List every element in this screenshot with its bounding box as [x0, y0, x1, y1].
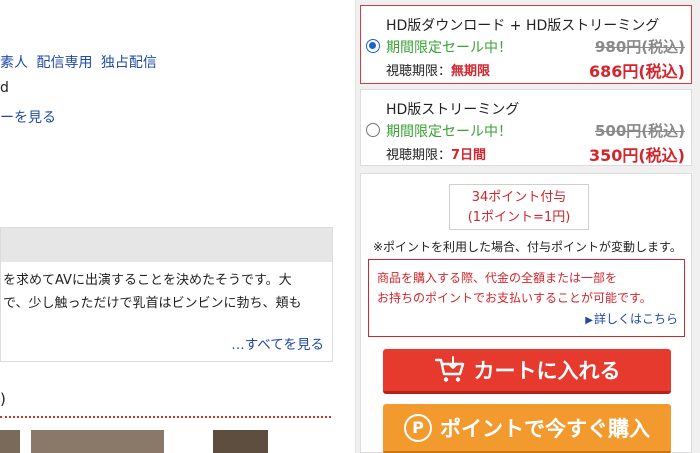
sale-price: 350円(税込) [588, 146, 685, 165]
point-panel: 34ポイント付与 (1ポイント=1円) ※ポイントを利用した場合、付与ポイントが… [360, 173, 692, 453]
point-payment-notice: 商品を購入する際、代金の全額または一部を お持ちのポイントでお支払いすることが可… [368, 259, 685, 337]
notice-line: お持ちのポイントでお支払いすることが可能です。 [377, 291, 652, 305]
point-grant-box: 34ポイント付与 (1ポイント=1円) [449, 184, 589, 230]
dotted-divider [0, 416, 331, 418]
description-text: を求めてAVに出演することを決めたそうです。大 で、少し触っただけで乳首はビンビ… [1, 262, 332, 315]
sample-thumbnail[interactable] [0, 430, 20, 453]
see-all-link[interactable]: …すべてを見る [231, 333, 324, 353]
buy-with-points-button[interactable]: P ポイントで今すぐ購入 [383, 404, 671, 453]
radio-unselected[interactable] [366, 123, 380, 137]
sale-label: 期間限定セール中！ [386, 40, 512, 56]
point-icon-letter: P [404, 413, 432, 442]
product-detail-column: 素人 配信専用 独占配信 d ーを見る を求めてAVに出演することを決めたそうで… [0, 0, 345, 453]
description-header [1, 228, 332, 262]
tag-link[interactable]: 配信専用 [36, 55, 92, 71]
info-text-fragment: d [0, 80, 9, 96]
original-price: 500円(税込) [594, 122, 685, 140]
add-to-cart-button[interactable]: カートに入れる [383, 349, 671, 394]
tag-link[interactable]: 素人 [0, 55, 28, 71]
section-heading-fragment: ) [0, 390, 6, 408]
description-box: を求めてAVに出演することを決めたそうです。大 で、少し触っただけで乳首はビンビ… [0, 227, 333, 362]
add-to-cart-label: カートに入れる [473, 359, 621, 383]
viewing-period-label: 視聴期限： [386, 148, 452, 163]
radio-selected[interactable] [366, 39, 380, 53]
description-line: を求めてAVに出演することを決めたそうです。大 [3, 273, 292, 288]
point-icon: P [404, 413, 432, 442]
viewing-period-value: 無期限 [451, 64, 491, 79]
genre-tags: 素人 配信専用 独占配信 [0, 52, 161, 72]
viewing-period: 視聴期限：7日間 [386, 144, 486, 163]
tag-link[interactable]: 独占配信 [101, 55, 157, 71]
point-grant-text: 34ポイント付与 [471, 190, 567, 205]
sample-thumbnail[interactable] [213, 430, 268, 453]
option-title: HD版ストリーミング [386, 102, 520, 118]
viewing-period-value: 7日間 [451, 148, 487, 163]
sale-label: 期間限定セール中！ [386, 124, 512, 140]
viewing-period-label: 視聴期限： [386, 64, 452, 79]
details-link[interactable]: ▶詳しくはこちら [585, 309, 678, 331]
purchase-option-download-streaming[interactable]: HD版ダウンロード + HD版ストリーミング 期間限定セール中！ 980円(税込… [360, 5, 692, 84]
description-line: で、少し触っただけで乳首はビンビンに勃ち、頬も [3, 296, 302, 311]
purchase-panel: HD版ダウンロード + HD版ストリーミング 期間限定セール中！ 980円(税込… [355, 0, 700, 453]
buy-with-points-label: ポイントで今すぐ購入 [440, 416, 650, 441]
cart-icon [434, 356, 466, 384]
point-note: ※ポイントを利用した場合、付与ポイントが変動します。 [373, 240, 682, 254]
notice-line: 商品を購入する際、代金の全額または一部を [377, 271, 618, 285]
sample-thumbnail[interactable] [31, 430, 164, 453]
option-title: HD版ダウンロード + HD版ストリーミング [386, 18, 660, 34]
triangle-right-icon: ▶ [585, 315, 593, 326]
purchase-option-streaming[interactable]: HD版ストリーミング 期間限定セール中！ 500円(税込) 視聴期限：7日間 3… [360, 89, 692, 166]
sale-price: 686円(税込) [588, 62, 685, 81]
viewing-period: 視聴期限：無期限 [386, 60, 490, 79]
see-more-link[interactable]: ーを見る [0, 107, 56, 127]
details-link-label: 詳しくはこちら [593, 312, 678, 326]
original-price: 980円(税込) [594, 38, 685, 56]
point-rate-text: (1ポイント=1円) [467, 210, 571, 225]
